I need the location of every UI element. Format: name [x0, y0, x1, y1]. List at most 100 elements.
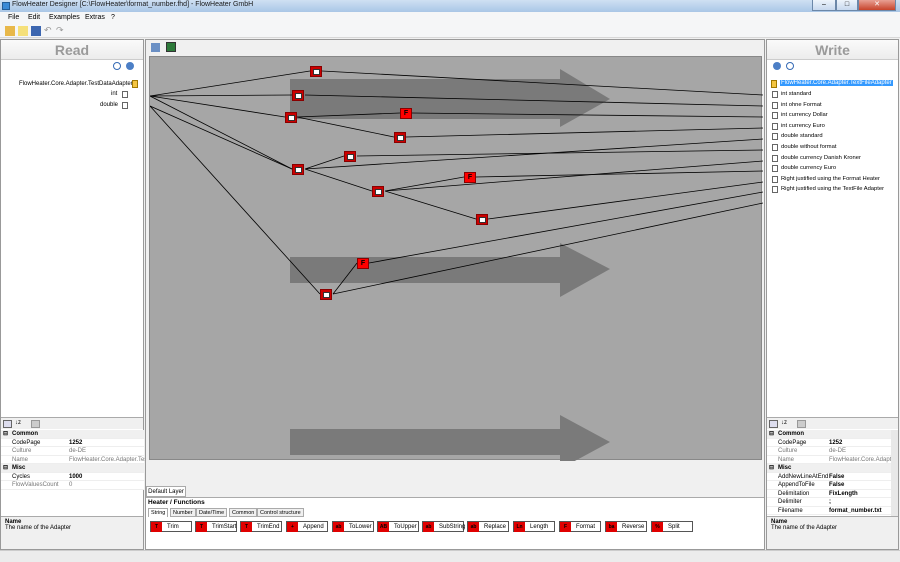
heater-node[interactable]	[292, 90, 304, 101]
prop-row[interactable]: FlowValuesCount 0	[1, 481, 144, 490]
sort-az-icon[interactable]: ↓z	[15, 420, 24, 428]
grid-icon[interactable]	[166, 42, 176, 52]
read-field-int[interactable]: int	[111, 91, 117, 97]
write-field-item[interactable]: int standard	[781, 91, 811, 97]
format-heater-node[interactable]: F	[357, 258, 369, 269]
heater-reverse-button[interactable]: ba Reverse	[605, 521, 647, 532]
prop-row[interactable]: Delimitation FixLength	[767, 490, 891, 498]
heater-trim-button[interactable]: T Trim	[150, 521, 192, 532]
category-misc: Misc	[778, 465, 792, 471]
prop-row[interactable]: Filename format_number.txt	[767, 507, 891, 515]
heater-node[interactable]	[285, 112, 297, 123]
new-icon[interactable]	[18, 26, 28, 36]
heater-tolower-button[interactable]: ab ToLower	[332, 521, 374, 532]
minimize-button[interactable]: –	[812, 0, 836, 11]
maximize-button[interactable]: □	[836, 0, 858, 11]
write-adapter-node[interactable]: FlowHeater.Core.Adapter.TextFileAdapter	[780, 80, 893, 86]
close-button[interactable]: ✕	[858, 0, 896, 11]
heater-replace-button[interactable]: ab Replace	[467, 521, 509, 532]
write-field-item[interactable]: double currency Euro	[781, 165, 836, 171]
write-field-item[interactable]: Right justified using the Format Heater	[781, 176, 880, 182]
sort-az-icon[interactable]: ↓z	[781, 420, 790, 428]
format-heater-node[interactable]: F	[400, 108, 412, 119]
window-title: FlowHeater Designer [C:\FlowHeater\forma…	[12, 1, 254, 8]
heater-append-button[interactable]: + Append	[286, 521, 328, 532]
heater-format-button[interactable]: F Format	[559, 521, 601, 532]
save-icon[interactable]	[31, 26, 41, 36]
category-misc: Misc	[12, 465, 26, 471]
gear-icon[interactable]	[126, 62, 134, 70]
field-icon	[772, 133, 778, 141]
heater-length-button[interactable]: Ln Length	[513, 521, 555, 532]
heater-node[interactable]	[476, 214, 488, 225]
heater-trimstart-button[interactable]: T TrimStart	[195, 521, 237, 532]
read-field-double[interactable]: double	[100, 102, 118, 108]
heater-node[interactable]	[394, 132, 406, 143]
menu-file[interactable]: File	[8, 14, 19, 21]
redo-icon[interactable]: ↷	[56, 26, 66, 36]
menu-edit[interactable]: Edit	[28, 14, 40, 21]
gear-icon[interactable]	[773, 62, 781, 70]
prop-row[interactable]: CodePage 1252	[1, 439, 144, 447]
heater-node[interactable]	[310, 66, 322, 77]
format-heater-node[interactable]: F	[464, 172, 476, 183]
layer-tab-default[interactable]: Default Layer	[146, 486, 186, 497]
field-icon	[772, 144, 778, 151]
property-scrollbar[interactable]	[891, 430, 898, 516]
read-adapter-node[interactable]: FlowHeater.Core.Adapter.TestDataAdapter	[19, 81, 133, 87]
field-icon	[772, 175, 778, 183]
prop-row[interactable]: Name FlowHeater.Core.Adapt	[767, 456, 891, 464]
heater-substring-button[interactable]: ab SubString	[422, 521, 465, 532]
field-icon	[772, 154, 778, 162]
prop-row[interactable]: Cycles 1000	[1, 473, 144, 481]
undo-icon[interactable]: ↶	[44, 26, 54, 36]
property-pages-icon[interactable]	[31, 420, 40, 428]
write-field-item[interactable]: int ohne Format	[781, 102, 822, 108]
heater-node[interactable]	[344, 151, 356, 162]
search-icon[interactable]	[113, 62, 121, 70]
categorized-icon[interactable]	[769, 420, 778, 428]
heater-split-button[interactable]: % Split	[651, 521, 693, 532]
prop-row[interactable]: AppendToFile False	[767, 481, 891, 490]
write-field-item[interactable]: double without format	[781, 144, 836, 150]
tab-string[interactable]: String	[148, 508, 169, 517]
open-icon[interactable]	[5, 26, 15, 36]
search-icon[interactable]	[786, 62, 794, 70]
toolbar: ↶ ↷	[0, 24, 900, 38]
adapter-icon	[132, 80, 138, 88]
prop-row[interactable]: Name FlowHeater.Core.Adapter.Tes	[1, 456, 147, 464]
prop-row[interactable]: AddNewLineAtEnd False	[767, 473, 891, 481]
heater-node[interactable]	[320, 289, 332, 300]
canvas-toolbar	[146, 40, 764, 55]
category-common: Common	[778, 431, 804, 437]
heater-trimend-button[interactable]: T TrimEnd	[240, 521, 282, 532]
heater-toupper-button[interactable]: AB ToUpper	[377, 521, 419, 532]
write-field-item[interactable]: int currency Dollar	[781, 112, 828, 118]
pointer-icon[interactable]	[151, 43, 160, 52]
prop-row[interactable]: Culture de-DE	[1, 447, 144, 456]
field-icon	[772, 186, 778, 194]
write-field-item[interactable]: int currency Euro	[781, 123, 825, 129]
prop-row[interactable]: CodePage 1252	[767, 439, 891, 447]
menu-examples[interactable]: Examples	[49, 14, 80, 21]
categorized-icon[interactable]	[3, 420, 12, 428]
prop-row[interactable]: Culture de-DE	[767, 447, 891, 456]
write-field-item[interactable]: double standard	[781, 133, 823, 139]
write-field-item[interactable]: Right justified using the TextFile Adapt…	[781, 186, 884, 192]
write-field-item[interactable]: double currency Danish Kroner	[781, 155, 861, 161]
field-icon	[122, 91, 128, 98]
flow-arrow	[290, 415, 610, 461]
menu-help[interactable]: ?	[111, 14, 115, 21]
heater-node[interactable]	[372, 186, 384, 197]
tab-control-structure[interactable]: Control structure	[257, 508, 304, 517]
heater-canvas[interactable]: F F F	[149, 56, 763, 461]
reverse-icon: ba	[606, 522, 617, 532]
tab-datetime[interactable]: Date/Time	[196, 508, 228, 517]
trimstart-icon: T	[196, 522, 207, 532]
tab-number[interactable]: Number	[170, 508, 196, 517]
tab-common[interactable]: Common	[229, 508, 258, 517]
menu-extras[interactable]: Extras	[85, 14, 105, 21]
heater-node[interactable]	[292, 164, 304, 175]
property-pages-icon[interactable]	[797, 420, 806, 428]
prop-row[interactable]: Delimiter;	[767, 498, 891, 507]
